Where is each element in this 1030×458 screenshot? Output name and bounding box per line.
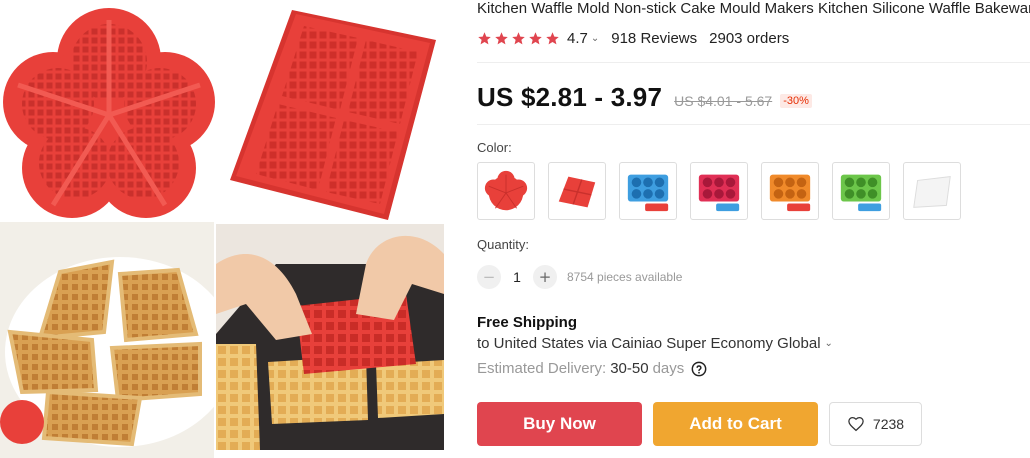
delivery-label: Estimated Delivery: bbox=[477, 360, 607, 377]
swatch-red-rectangle-mold[interactable] bbox=[548, 162, 606, 220]
shipping-title: Free Shipping bbox=[477, 314, 578, 331]
star-icon bbox=[546, 31, 559, 44]
chevron-down-icon[interactable]: ⌄ bbox=[591, 33, 599, 44]
delivery-days: 30-50 bbox=[610, 360, 649, 377]
wishlist-button[interactable]: 7238 bbox=[829, 402, 922, 446]
star-icon bbox=[512, 31, 525, 44]
quantity-decrement-button[interactable]: − bbox=[477, 265, 501, 289]
heart-icon bbox=[848, 416, 864, 432]
buy-now-button[interactable]: Buy Now bbox=[477, 402, 642, 446]
wishlist-count: 7238 bbox=[872, 416, 905, 432]
color-swatches bbox=[477, 162, 961, 220]
product-info-panel: Kitchen Waffle Mold Non-stick Cake Mould… bbox=[477, 0, 1030, 458]
quantity-increment-button[interactable]: + bbox=[533, 265, 557, 289]
chevron-down-icon[interactable]: ⌄ bbox=[825, 338, 833, 349]
cooked-heart-waffles-image bbox=[0, 222, 214, 458]
star-icon bbox=[529, 31, 542, 44]
quantity-value[interactable]: 1 bbox=[501, 269, 533, 285]
original-price: US $4.01 - 5.67 bbox=[674, 93, 773, 109]
color-label: Color: bbox=[477, 140, 512, 155]
heart-waffle-mold-image bbox=[0, 0, 218, 222]
delivery-unit: days bbox=[652, 360, 685, 377]
shipping-destination[interactable]: to United States via Cainiao Super Econo… bbox=[477, 335, 833, 352]
product-image-collage[interactable] bbox=[0, 0, 450, 458]
star-icon bbox=[478, 31, 491, 44]
question-circle-icon[interactable] bbox=[691, 361, 707, 377]
waffle-tray-hands-image bbox=[216, 224, 444, 450]
swatch-green-donut-mold[interactable] bbox=[832, 162, 890, 220]
quantity-label: Quantity: bbox=[477, 237, 530, 252]
discount-badge: -30% bbox=[780, 94, 812, 108]
rectangle-waffle-mold-image bbox=[218, 0, 444, 222]
quantity-available: 8754 pieces available bbox=[567, 270, 683, 284]
divider bbox=[477, 62, 1030, 63]
star-icon bbox=[495, 31, 508, 44]
rating-stars[interactable] bbox=[477, 31, 560, 46]
current-price: US $2.81 - 3.97 bbox=[477, 82, 663, 112]
swatch-blue-donut-mold[interactable] bbox=[619, 162, 677, 220]
rating-row: 4.7 ⌄ 918 Reviews 2903 orders bbox=[477, 28, 789, 48]
shipping-destination-text[interactable]: to United States via Cainiao Super Econo… bbox=[477, 335, 821, 352]
swatch-red-heart-mold[interactable] bbox=[477, 162, 535, 220]
swatch-rose-donut-mold[interactable] bbox=[690, 162, 748, 220]
price-row: US $2.81 - 3.97 US $4.01 - 5.67 -30% bbox=[477, 82, 812, 112]
divider bbox=[477, 124, 1030, 125]
quantity-stepper: − 1 + 8754 pieces available bbox=[477, 265, 682, 289]
purchase-actions: Buy Now Add to Cart 7238 bbox=[477, 402, 922, 446]
swatch-orange-donut-mold[interactable] bbox=[761, 162, 819, 220]
add-to-cart-button[interactable]: Add to Cart bbox=[653, 402, 818, 446]
swatch-white-plate[interactable] bbox=[903, 162, 961, 220]
estimated-delivery: Estimated Delivery: 30-50 days bbox=[477, 360, 707, 377]
product-title: Kitchen Waffle Mold Non-stick Cake Mould… bbox=[477, 0, 1030, 17]
reviews-link[interactable]: 918 Reviews bbox=[611, 30, 697, 47]
rating-value[interactable]: 4.7 bbox=[567, 30, 588, 47]
orders-count: 2903 orders bbox=[709, 29, 790, 47]
